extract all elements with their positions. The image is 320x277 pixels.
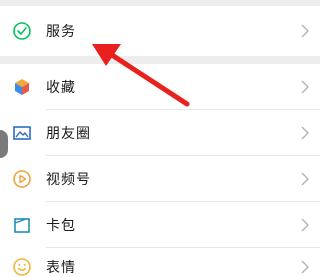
chevron-right-icon	[301, 218, 309, 232]
wechat-pay-icon	[13, 22, 31, 40]
chevron-right-icon	[301, 172, 309, 186]
service-group: 服务	[0, 6, 320, 56]
floating-edge-handle[interactable]	[0, 130, 8, 158]
chevron-right-icon	[301, 126, 309, 140]
channels-play-icon	[13, 170, 31, 188]
menu-item-label: 服务	[46, 24, 76, 40]
chevron-right-icon	[301, 260, 309, 274]
wechat-me-menu: 服务 收藏 朋友圈 视频号 卡包 表情	[0, 0, 320, 277]
chevron-right-icon	[301, 24, 309, 38]
stickers-smiley-icon	[13, 258, 31, 276]
moments-picture-icon	[13, 126, 31, 140]
menu-item-channels[interactable]: 视频号	[0, 156, 320, 202]
menu-item-label: 朋友圈	[46, 126, 91, 142]
features-group: 收藏 朋友圈 视频号 卡包 表情	[0, 64, 320, 277]
chevron-right-icon	[301, 80, 309, 94]
menu-item-service[interactable]: 服务	[0, 8, 320, 54]
favorites-cube-icon	[15, 79, 29, 95]
menu-item-moments[interactable]: 朋友圈	[0, 110, 320, 156]
menu-item-favorites[interactable]: 收藏	[0, 64, 320, 110]
menu-item-card-wallet[interactable]: 卡包	[0, 202, 320, 248]
menu-item-label: 卡包	[46, 218, 76, 234]
menu-item-label: 表情	[46, 260, 76, 276]
card-wallet-icon	[14, 218, 30, 233]
menu-item-label: 视频号	[46, 172, 91, 188]
menu-item-stickers[interactable]: 表情	[0, 244, 320, 277]
menu-item-label: 收藏	[46, 80, 76, 96]
